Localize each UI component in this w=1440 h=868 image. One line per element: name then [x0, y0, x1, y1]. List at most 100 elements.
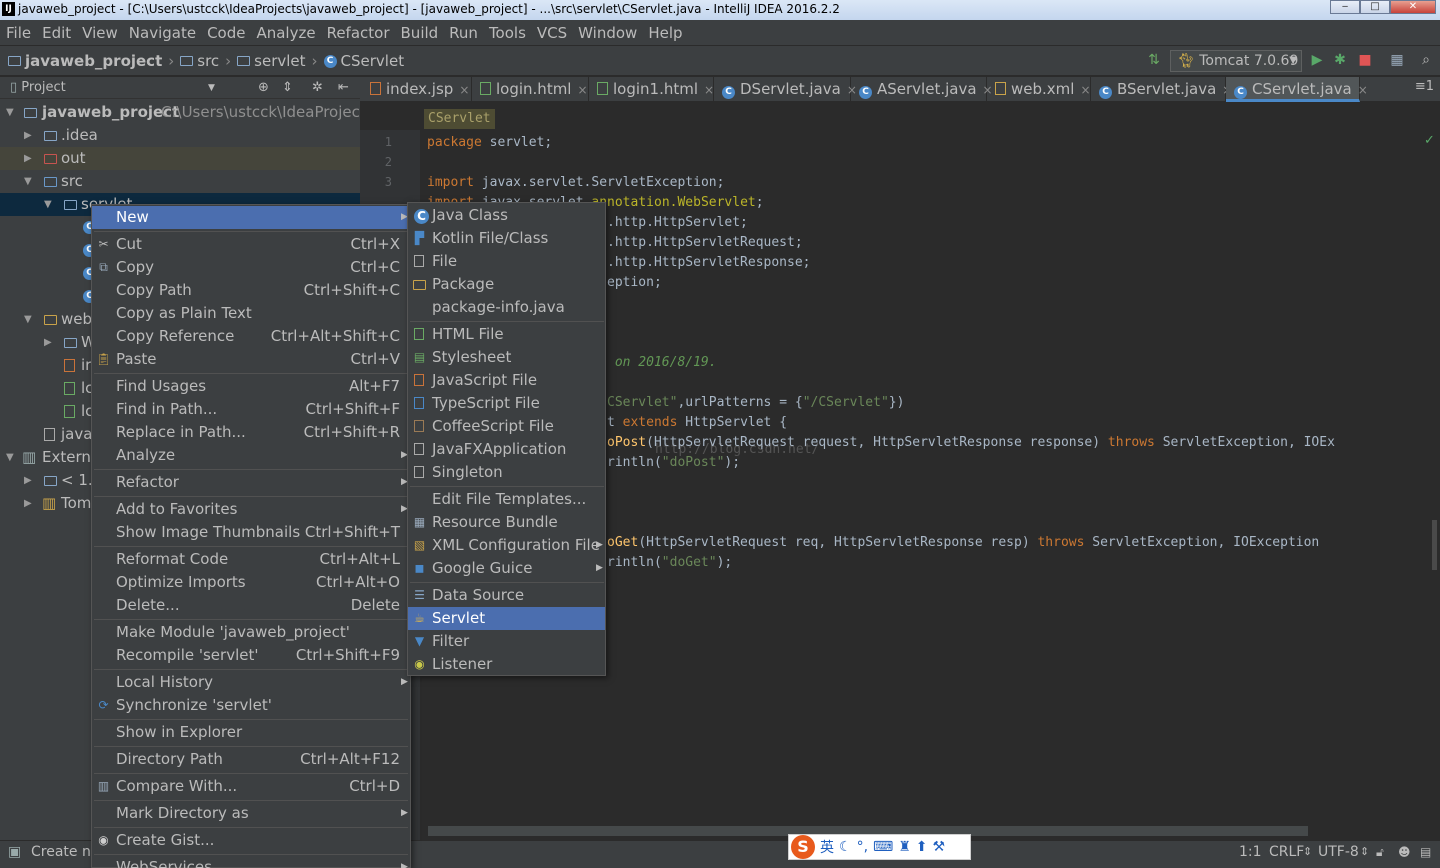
- inspection-ok-icon[interactable]: ✓: [1424, 133, 1435, 148]
- moon-icon[interactable]: ☾: [839, 839, 852, 855]
- editor-breadcrumb[interactable]: CServlet: [424, 109, 495, 129]
- chevron-down-icon[interactable]: ▼: [208, 77, 215, 99]
- menu-item-mark-directory-as[interactable]: Mark Directory as ▶: [92, 802, 410, 825]
- submenu-item-package-info[interactable]: package-info.java: [408, 296, 605, 319]
- expand-arrow-icon[interactable]: ▶: [44, 331, 52, 354]
- submenu-item-package[interactable]: Package: [408, 273, 605, 296]
- vertical-scrollbar[interactable]: [1432, 520, 1437, 570]
- submenu-item-java-class[interactable]: C Java Class: [408, 204, 605, 227]
- shirt-icon[interactable]: ⬆: [916, 839, 928, 855]
- tab-cservlet[interactable]: C CServlet.java ×: [1226, 77, 1368, 102]
- submenu-item-javafx[interactable]: JavaFXApplication: [408, 438, 605, 461]
- project-panel-title[interactable]: Project: [21, 80, 65, 95]
- menu-item-directory-path[interactable]: Directory Path Ctrl+Alt+F12: [92, 748, 410, 771]
- tab-list-icon[interactable]: ≡1: [1415, 79, 1434, 94]
- menu-item-webservices[interactable]: WebServices ▶: [92, 856, 410, 868]
- gear-icon[interactable]: ✲: [312, 77, 323, 99]
- menu-item-copy-plain-text[interactable]: Copy as Plain Text: [92, 302, 410, 325]
- menu-window[interactable]: Window: [578, 24, 637, 42]
- tab-aservlet[interactable]: C AServlet.java ×: [851, 77, 993, 102]
- inspector-icon[interactable]: ☻: [1398, 842, 1411, 862]
- close-button[interactable]: ✕: [1390, 0, 1436, 14]
- close-icon[interactable]: ×: [704, 83, 714, 97]
- hide-icon[interactable]: ⇤: [338, 77, 349, 99]
- expand-arrow-icon[interactable]: ▶: [24, 492, 32, 515]
- menu-item-paste[interactable]: 📋︎ Paste Ctrl+V: [92, 348, 410, 371]
- menu-item-replace-in-path[interactable]: Replace in Path... Ctrl+Shift+R: [92, 421, 410, 444]
- menu-help[interactable]: Help: [648, 24, 682, 42]
- expand-arrow-icon[interactable]: ▼: [44, 193, 52, 216]
- breadcrumb-project[interactable]: javaweb_project: [25, 52, 162, 70]
- menu-item-synchronize[interactable]: ⟳ Synchronize 'servlet': [92, 694, 410, 717]
- menu-file[interactable]: File: [6, 24, 31, 42]
- skin-icon[interactable]: ♜: [898, 839, 911, 855]
- menu-item-copy[interactable]: ⧉ Copy Ctrl+C: [92, 256, 410, 279]
- menu-item-find-usages[interactable]: Find Usages Alt+F7: [92, 375, 410, 398]
- tree-node-project[interactable]: ▼ javaweb_project C:\Users\ustcck\IdeaPr…: [0, 101, 383, 124]
- tree-node-src[interactable]: ▼ src: [0, 170, 360, 193]
- menu-item-show-in-explorer[interactable]: Show in Explorer: [92, 721, 410, 744]
- expand-arrow-icon[interactable]: ▼: [24, 170, 32, 193]
- submenu-item-typescript[interactable]: TypeScript File: [408, 392, 605, 415]
- close-icon[interactable]: ×: [1080, 83, 1090, 97]
- sogou-logo-icon[interactable]: S: [791, 835, 815, 859]
- punctuation-icon[interactable]: °,: [857, 839, 868, 855]
- submenu-item-javascript[interactable]: JavaScript File: [408, 369, 605, 392]
- menu-view[interactable]: View: [82, 24, 118, 42]
- expand-arrow-icon[interactable]: ▶: [24, 147, 32, 170]
- submenu-item-servlet[interactable]: ☕︎ Servlet: [408, 607, 605, 630]
- tab-login-html[interactable]: login.html ×: [472, 77, 589, 102]
- menu-item-copy-path[interactable]: Copy Path Ctrl+Shift+C: [92, 279, 410, 302]
- menu-vcs[interactable]: VCS: [537, 24, 567, 42]
- menu-item-recompile[interactable]: Recompile 'servlet' Ctrl+Shift+F9: [92, 644, 410, 667]
- tab-index-jsp[interactable]: index.jsp ×: [362, 77, 472, 102]
- debug-icon[interactable]: ✱: [1332, 52, 1348, 68]
- project-structure-icon[interactable]: ▦: [1389, 52, 1405, 68]
- close-icon[interactable]: ×: [577, 83, 587, 97]
- menu-item-local-history[interactable]: Local History ▶: [92, 671, 410, 694]
- breadcrumb-servlet[interactable]: servlet: [254, 52, 305, 70]
- close-icon[interactable]: ×: [459, 83, 469, 97]
- menu-item-make-module[interactable]: Make Module 'javaweb_project': [92, 621, 410, 644]
- submenu-item-data-source[interactable]: ☰ Data Source: [408, 584, 605, 607]
- wrench-icon[interactable]: ⚒: [933, 839, 946, 855]
- tab-dservlet[interactable]: C DServlet.java ×: [714, 77, 857, 102]
- lock-icon[interactable]: 🔓︎: [1376, 842, 1384, 862]
- submenu-item-singleton[interactable]: Singleton: [408, 461, 605, 484]
- event-log-icon[interactable]: ▤: [1420, 842, 1431, 862]
- tool-windows-icon[interactable]: ▣: [8, 842, 21, 862]
- menu-item-optimize-imports[interactable]: Optimize Imports Ctrl+Alt+O: [92, 571, 410, 594]
- tab-bservlet[interactable]: CBServlet.java×: [1091, 77, 1232, 102]
- menu-edit[interactable]: Edit: [42, 24, 71, 42]
- menu-item-find-in-path[interactable]: Find in Path... Ctrl+Shift+F: [92, 398, 410, 421]
- build-icon[interactable]: ⇅: [1146, 52, 1162, 68]
- submenu-item-coffeescript[interactable]: CoffeeScript File: [408, 415, 605, 438]
- menu-item-copy-reference[interactable]: Copy Reference Ctrl+Alt+Shift+C: [92, 325, 410, 348]
- ime-mode[interactable]: 英: [820, 837, 834, 857]
- submenu-item-resource-bundle[interactable]: ▦ Resource Bundle: [408, 511, 605, 534]
- caret-position[interactable]: 1:1: [1239, 842, 1262, 862]
- maximize-button[interactable]: □: [1360, 0, 1390, 14]
- breadcrumb-src[interactable]: src: [197, 52, 219, 70]
- menu-build[interactable]: Build: [401, 24, 439, 42]
- keyboard-icon[interactable]: ⌨: [873, 839, 893, 855]
- menu-item-analyze[interactable]: Analyze ▶: [92, 444, 410, 467]
- menu-item-reformat-code[interactable]: Reformat Code Ctrl+Alt+L: [92, 548, 410, 571]
- line-separator[interactable]: CRLF: [1269, 842, 1304, 862]
- menu-item-create-gist[interactable]: ◉ Create Gist...: [92, 829, 410, 852]
- breadcrumb-cservlet[interactable]: CServlet: [341, 52, 405, 70]
- submenu-item-edit-templates[interactable]: Edit File Templates...: [408, 488, 605, 511]
- expand-arrow-icon[interactable]: ▼: [24, 308, 32, 331]
- menu-item-refactor[interactable]: Refactor ▶: [92, 471, 410, 494]
- submenu-item-xml-config[interactable]: ▧ XML Configuration File ▶: [408, 534, 605, 557]
- search-icon[interactable]: ⌕: [1418, 52, 1434, 68]
- tree-node-idea[interactable]: ▶ .idea: [0, 124, 360, 147]
- menu-analyze[interactable]: Analyze: [256, 24, 315, 42]
- submenu-item-stylesheet[interactable]: ▤ Stylesheet: [408, 346, 605, 369]
- submenu-item-google-guice[interactable]: ◼ Google Guice ▶: [408, 557, 605, 580]
- menu-refactor[interactable]: Refactor: [327, 24, 390, 42]
- submenu-item-file[interactable]: File: [408, 250, 605, 273]
- expand-arrow-icon[interactable]: ▶: [24, 124, 32, 147]
- expand-arrow-icon[interactable]: ▼: [6, 446, 14, 469]
- menu-run[interactable]: Run: [449, 24, 478, 42]
